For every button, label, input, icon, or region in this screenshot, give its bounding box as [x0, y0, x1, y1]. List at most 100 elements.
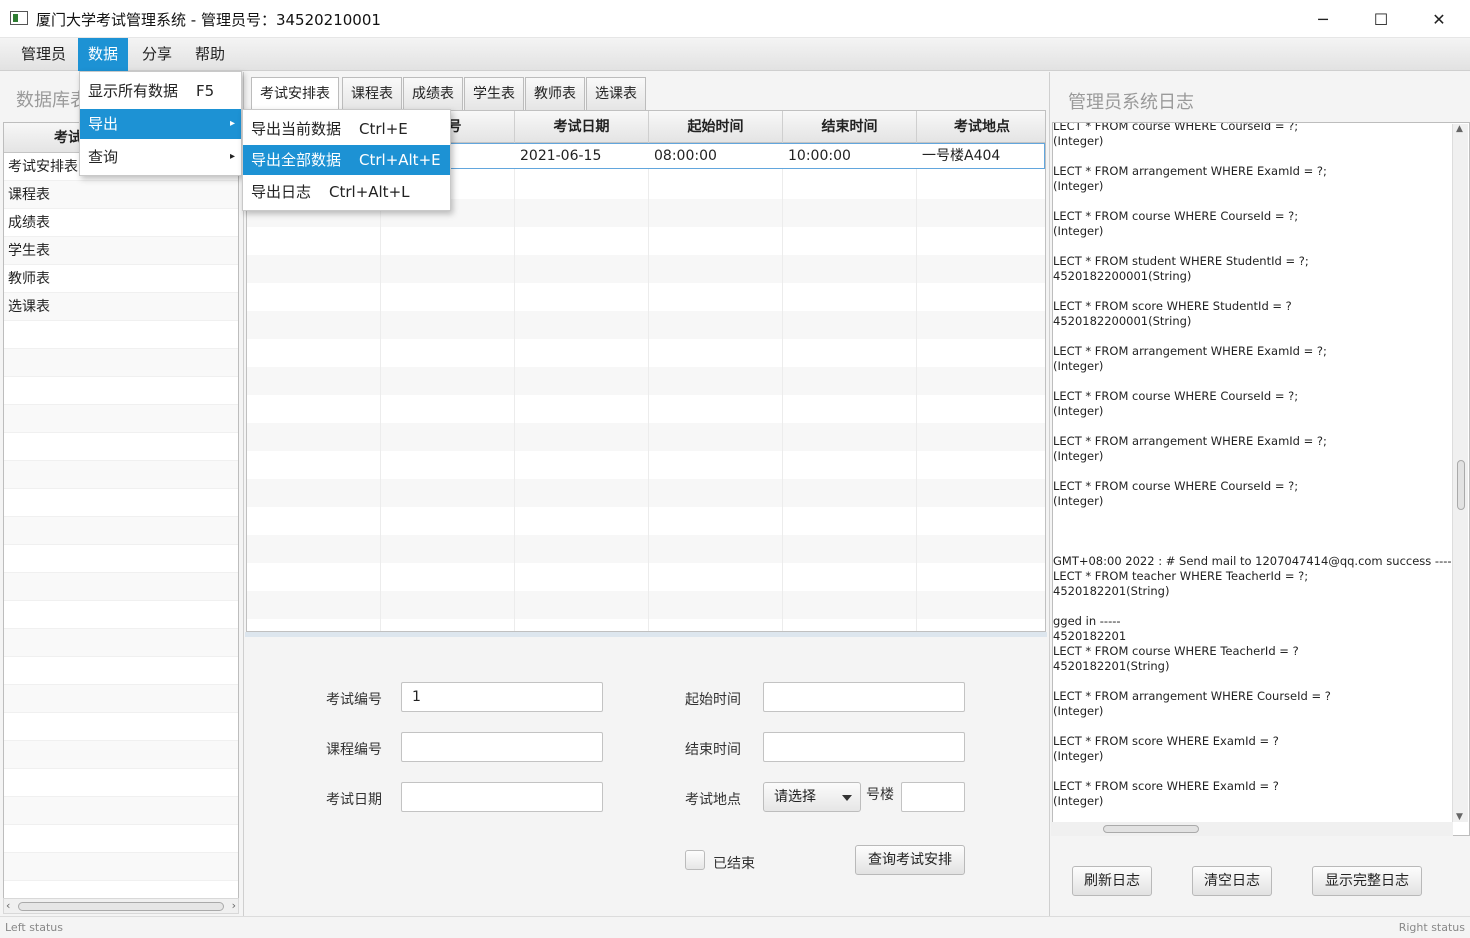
log-line: LECT * FROM arrangement WHERE CourseId =… — [1053, 689, 1331, 703]
location-select-value: 请选择 — [774, 789, 816, 805]
empty-row — [4, 489, 238, 517]
menu-item-query[interactable]: 查询 ▸ — [80, 142, 241, 172]
empty-row — [4, 629, 238, 657]
scroll-down-icon[interactable]: ▼ — [1456, 812, 1463, 822]
building-input[interactable] — [901, 782, 965, 812]
column-header-location[interactable]: 考试地点 — [917, 111, 1045, 143]
column-header-end-time[interactable]: 结束时间 — [783, 111, 917, 143]
empty-row — [4, 461, 238, 489]
menu-item-export-current[interactable]: 导出当前数据 Ctrl+E — [243, 114, 450, 144]
menu-admin[interactable]: 管理员 — [11, 38, 76, 71]
left-horizontal-scrollbar[interactable]: ‹ › — [3, 898, 239, 914]
menu-item-accelerator: Ctrl+Alt+E — [359, 151, 441, 169]
empty-row — [4, 517, 238, 545]
title-bar: 厦门大学考试管理系统 - 管理员号：34520210001 ─ ☐ ✕ — [0, 0, 1470, 38]
menu-share[interactable]: 分享 — [132, 38, 182, 71]
column-header-start-time[interactable]: 起始时间 — [649, 111, 783, 143]
menu-item-export-log[interactable]: 导出日志 Ctrl+Alt+L — [243, 177, 450, 207]
left-status: Left status — [5, 921, 63, 934]
export-submenu: 导出当前数据 Ctrl+E 导出全部数据 Ctrl+Alt+E 导出日志 Ctr… — [242, 109, 451, 211]
log-line: 4520182201 — [1053, 629, 1127, 643]
ended-checkbox[interactable] — [685, 850, 705, 870]
query-arrangement-button[interactable]: 查询考试安排 — [855, 845, 965, 875]
scroll-right-icon[interactable]: › — [232, 899, 236, 913]
empty-row — [4, 405, 238, 433]
maximize-button[interactable]: ☐ — [1352, 0, 1410, 38]
data-menu-dropdown: 显示所有数据 F5 导出 ▸ 查询 ▸ — [79, 71, 242, 176]
start-time-input[interactable] — [763, 682, 965, 712]
log-text-area[interactable]: LECT * FROM course WHERE CourseId = ?; (I… — [1052, 122, 1470, 836]
log-line: (Integer) — [1053, 179, 1104, 193]
log-line: LECT * FROM teacher WHERE TeacherId = ?; — [1053, 569, 1309, 583]
cell-end-time: 10:00:00 — [788, 148, 851, 164]
right-status: Right status — [1398, 921, 1465, 934]
empty-row — [4, 685, 238, 713]
tab-student[interactable]: 学生表 — [464, 77, 524, 110]
list-item[interactable]: 选课表 — [4, 293, 238, 321]
empty-row — [4, 825, 238, 853]
window-title: 厦门大学考试管理系统 - 管理员号：34520210001 — [36, 11, 381, 29]
menu-help[interactable]: 帮助 — [185, 38, 235, 71]
menu-item-accelerator: F5 — [196, 82, 215, 100]
menu-data[interactable]: 数据 — [78, 38, 129, 71]
scroll-thumb[interactable] — [1457, 460, 1465, 510]
log-line: (Integer) — [1053, 404, 1104, 418]
list-item[interactable]: 成绩表 — [4, 209, 238, 237]
tab-arrangement[interactable]: 考试安排表 — [251, 77, 339, 110]
menu-item-show-all[interactable]: 显示所有数据 F5 — [80, 76, 241, 106]
refresh-log-button[interactable]: 刷新日志 — [1072, 866, 1152, 896]
log-panel: 管理员系统日志 LECT * FROM course WHERE CourseI… — [1049, 72, 1470, 916]
empty-row — [4, 377, 238, 405]
log-line: 4520182201(String) — [1053, 584, 1170, 598]
log-line: (Integer) — [1053, 794, 1104, 808]
menu-item-export-all[interactable]: 导出全部数据 Ctrl+Alt+E — [243, 145, 450, 175]
empty-row — [4, 573, 238, 601]
list-item[interactable]: 教师表 — [4, 265, 238, 293]
exam-date-input[interactable] — [401, 782, 603, 812]
empty-row — [4, 657, 238, 685]
minimize-button[interactable]: ─ — [1294, 0, 1352, 38]
empty-row — [4, 433, 238, 461]
empty-row — [4, 797, 238, 825]
menu-item-label: 导出 — [88, 115, 119, 133]
column-header-exam-date[interactable]: 考试日期 — [515, 111, 649, 143]
chevron-down-icon — [842, 795, 852, 801]
tab-enrollment[interactable]: 选课表 — [586, 77, 646, 110]
exam-id-input[interactable]: 1 — [401, 682, 603, 712]
tab-course[interactable]: 课程表 — [342, 77, 402, 110]
log-vertical-scrollbar[interactable]: ▲ ▼ — [1452, 124, 1468, 822]
location-select[interactable]: 请选择 — [763, 782, 861, 812]
log-line: LECT * FROM score WHERE StudentId = ? — [1053, 299, 1292, 313]
cell-location: 一号楼A404 — [922, 148, 1001, 164]
end-time-input[interactable] — [763, 732, 965, 762]
chevron-right-icon: ▸ — [229, 151, 235, 162]
log-line: LECT * FROM arrangement WHERE ExamId = ?… — [1053, 344, 1327, 358]
empty-row — [4, 321, 238, 349]
tab-score[interactable]: 成绩表 — [403, 77, 463, 110]
list-item[interactable]: 课程表 — [4, 181, 238, 209]
log-line: LECT * FROM score WHERE ExamId = ? — [1053, 734, 1279, 748]
menu-bar: 管理员 数据 分享 帮助 — [0, 38, 1470, 71]
scroll-thumb[interactable] — [18, 902, 224, 911]
show-full-log-button[interactable]: 显示完整日志 — [1312, 866, 1422, 896]
menu-item-label: 导出当前数据 — [251, 120, 342, 138]
close-button[interactable]: ✕ — [1410, 0, 1468, 38]
empty-row — [4, 601, 238, 629]
list-item[interactable]: 学生表 — [4, 237, 238, 265]
scroll-left-icon[interactable]: ‹ — [6, 899, 10, 913]
menu-item-export[interactable]: 导出 ▸ — [80, 109, 241, 139]
log-line: 4520182201(String) — [1053, 659, 1170, 673]
tab-teacher[interactable]: 教师表 — [525, 77, 585, 110]
log-line: LECT * FROM course WHERE TeacherId = ? — [1053, 644, 1299, 658]
scroll-up-icon[interactable]: ▲ — [1456, 124, 1463, 134]
log-line: (Integer) — [1053, 749, 1104, 763]
menu-item-label: 查询 — [88, 148, 119, 166]
query-form: 考试编号 1 课程编号 考试日期 起始时间 结束时间 考试地点 请选择 号楼 已… — [245, 637, 1047, 916]
log-line: LECT * FROM student WHERE StudentId = ?; — [1053, 254, 1309, 268]
log-horizontal-scrollbar[interactable] — [1051, 822, 1453, 836]
course-id-input[interactable] — [401, 732, 603, 762]
clear-log-button[interactable]: 清空日志 — [1192, 866, 1272, 896]
scroll-thumb[interactable] — [1103, 825, 1199, 833]
menu-item-label: 导出日志 — [251, 183, 312, 201]
log-line: GMT+08:00 2022 : # Send mail to 12070474… — [1053, 554, 1456, 568]
